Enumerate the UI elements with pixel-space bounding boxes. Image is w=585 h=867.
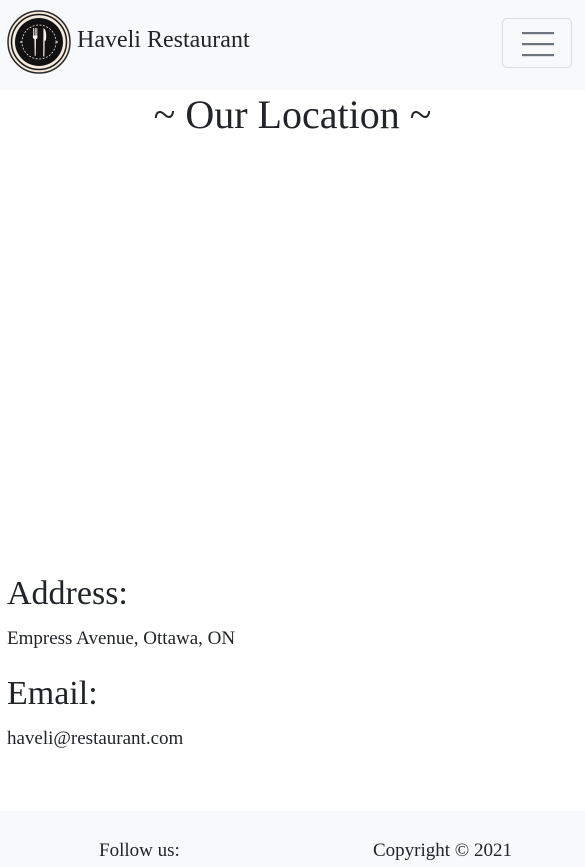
brand-link[interactable]: Haveli Restaurant <box>7 10 250 74</box>
hamburger-menu-icon <box>522 32 554 57</box>
location-map-embed[interactable] <box>0 148 585 568</box>
footer: Follow us: Copyright © 2021 <box>0 811 585 867</box>
menu-toggle-button[interactable] <box>502 18 572 68</box>
restaurant-logo-icon <box>7 10 71 74</box>
page-title: ~ Our Location ~ <box>153 92 432 137</box>
address-text: Empress Avenue, Ottawa, ON <box>7 628 236 649</box>
navbar: Haveli Restaurant <box>0 0 585 90</box>
copyright-text: Copyright © 2021 <box>373 840 512 861</box>
address-heading: Address: <box>7 575 128 612</box>
email-text: haveli@restaurant.com <box>7 728 184 749</box>
follow-us-label: Follow us: <box>99 840 180 861</box>
brand-name: Haveli Restaurant <box>77 26 250 53</box>
email-heading: Email: <box>7 675 98 712</box>
